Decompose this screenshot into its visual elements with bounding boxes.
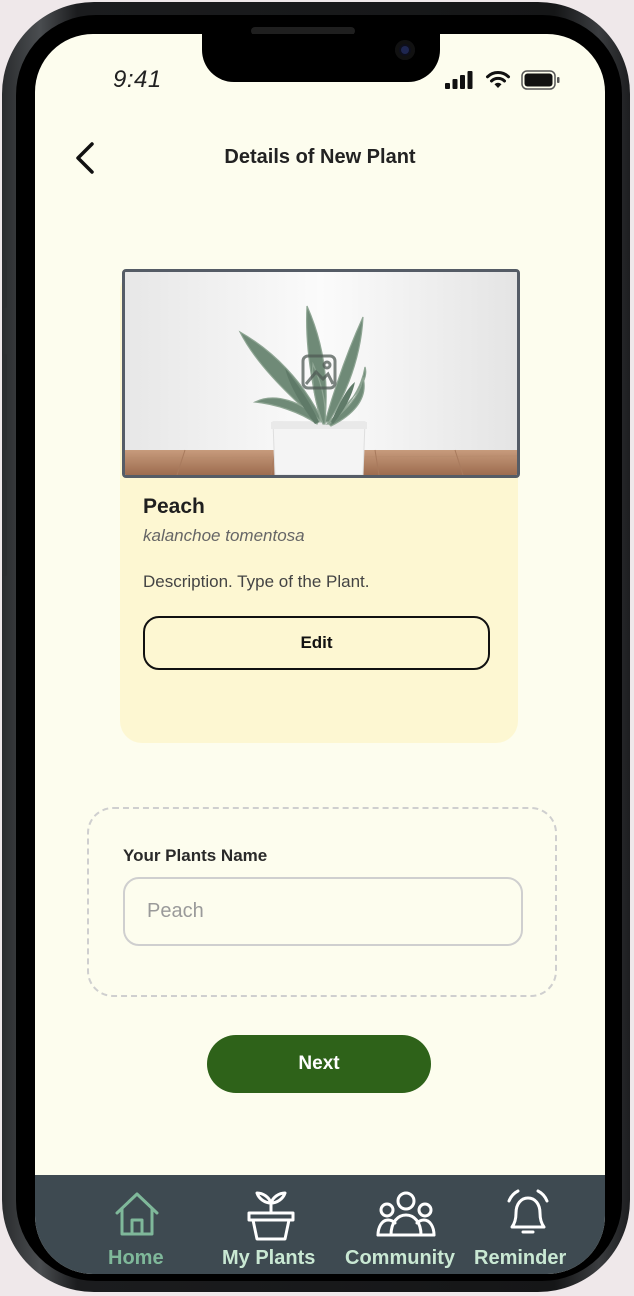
silent-switch — [2, 260, 7, 308]
status-time: 9:41 — [113, 66, 162, 93]
edit-button[interactable]: Edit — [143, 616, 490, 670]
tab-label: Reminder — [474, 1247, 567, 1269]
home-icon — [115, 1192, 159, 1236]
plant-species: kalanchoe tomentosa — [143, 526, 305, 545]
plant-name-label: Your Plants Name — [123, 846, 268, 865]
plant-description: Description. Type of the Plant. — [143, 572, 370, 591]
next-button[interactable]: Next — [207, 1035, 431, 1093]
alarm-icon — [507, 1189, 549, 1234]
plant-name-section: Your Plants Name Peach — [87, 807, 557, 997]
tab-label: My Plants — [222, 1247, 316, 1269]
tab-my-plants[interactable]: My Plants — [221, 1175, 331, 1274]
plant-photo[interactable] — [122, 269, 520, 478]
tab-reminder[interactable]: Reminder — [473, 1175, 573, 1274]
notch — [202, 34, 440, 82]
screen: 9:41 Details of New Plant Peach kalancho… — [35, 34, 605, 1274]
tab-home[interactable]: Home — [95, 1175, 175, 1274]
battery-icon — [521, 70, 560, 90]
front-camera — [395, 40, 415, 60]
plant-name-input[interactable]: Peach — [123, 877, 523, 946]
tab-bar: Home My Plants Community Reminder — [35, 1175, 605, 1274]
signal-icon — [445, 71, 473, 89]
volume-up-button — [2, 354, 7, 450]
plant-name: Peach — [143, 495, 205, 518]
phone-frame: 9:41 Details of New Plant Peach kalancho… — [2, 2, 630, 1292]
plant-image — [125, 272, 517, 475]
plant-pot-icon — [247, 1191, 295, 1241]
volume-down-button — [2, 480, 7, 576]
wifi-icon — [486, 71, 510, 88]
tab-label: Community — [345, 1247, 455, 1269]
community-icon — [376, 1191, 436, 1237]
page-title: Details of New Plant — [224, 146, 416, 168]
tab-community[interactable]: Community — [344, 1175, 462, 1274]
tab-label: Home — [108, 1247, 164, 1269]
plant-card: Peach kalanchoe tomentosa Description. T… — [120, 269, 520, 743]
